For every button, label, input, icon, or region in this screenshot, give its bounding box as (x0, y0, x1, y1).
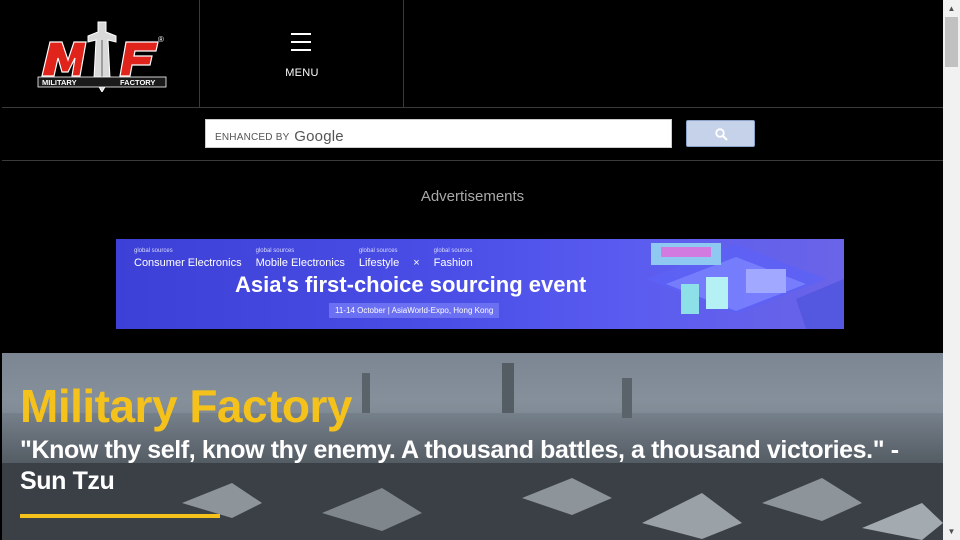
search-button[interactable] (686, 120, 755, 147)
logo-text-right: FACTORY (120, 78, 155, 87)
hero-banner: Military Factory "Know thy self, know th… (2, 353, 943, 540)
ad-banner[interactable]: global sources Consumer Electronics glob… (116, 239, 844, 329)
ad-brand: global sources Mobile Electronics (255, 248, 345, 269)
ad-separator: × (413, 257, 420, 269)
site-header: MILITARY FACTORY ® MENU (2, 0, 943, 108)
ad-illustration (646, 243, 844, 329)
hamburger-icon (291, 33, 311, 53)
hero-title: Military Factory (20, 380, 353, 432)
search-icon (715, 128, 728, 141)
scroll-down-arrow-icon[interactable]: ▼ (943, 523, 960, 540)
google-logo-text: Google (294, 128, 344, 145)
page: MILITARY FACTORY ® MENU ENHANCED BY Goog… (0, 0, 960, 540)
ad-brand-list: global sources Consumer Electronics glob… (134, 248, 473, 269)
ad-brand: global sources Consumer Electronics (134, 248, 242, 269)
ad-brand: global sources Fashion (433, 248, 473, 269)
hero-quote: "Know thy self, know thy enemy. A thousa… (20, 436, 899, 495)
scroll-up-arrow-icon[interactable]: ▲ (943, 0, 960, 17)
scroll-thumb[interactable] (945, 17, 958, 67)
search-input[interactable]: ENHANCED BY Google (205, 119, 672, 148)
ad-subline: 11-14 October | AsiaWorld-Expo, Hong Kon… (329, 303, 500, 318)
logo-text-left: MILITARY (42, 78, 77, 87)
ad-brand: global sources Lifestyle (358, 248, 400, 269)
logo-link[interactable]: MILITARY FACTORY ® (2, 0, 200, 107)
vertical-scrollbar[interactable]: ▲ ▼ (943, 0, 960, 540)
search-brand-prefix: ENHANCED BY (215, 132, 290, 143)
advertisements-label: Advertisements (420, 188, 525, 205)
search-branding: ENHANCED BY Google (215, 127, 344, 145)
logo-registered-mark: ® (158, 35, 164, 44)
hero-accent-bar (20, 514, 220, 518)
menu-button[interactable]: MENU (200, 0, 404, 107)
search-bar: ENHANCED BY Google (2, 108, 943, 161)
military-factory-logo: MILITARY FACTORY ® (37, 21, 167, 92)
ad-headline: Asia's first-choice sourcing event (235, 272, 587, 297)
menu-label: MENU (285, 67, 319, 79)
